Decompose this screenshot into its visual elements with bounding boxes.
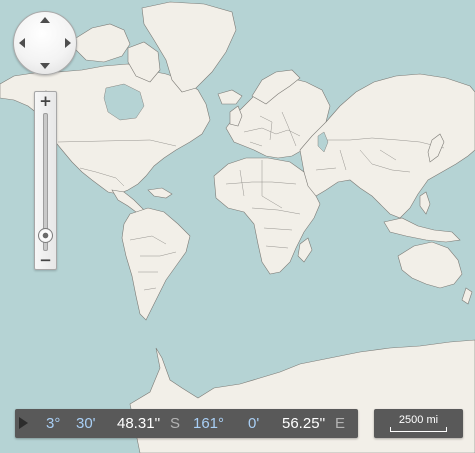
iceland (217, 89, 243, 105)
zoom-control: + − (34, 91, 57, 270)
scale-display: 2500 mi (374, 409, 463, 438)
latitude-degrees: 3° (46, 415, 61, 432)
zoom-out-button[interactable]: − (35, 252, 56, 268)
philippines (419, 191, 431, 215)
latitude-seconds: 48.31'' (117, 415, 161, 432)
expand-arrow-icon[interactable] (19, 417, 28, 429)
madagascar (297, 237, 313, 263)
longitude-seconds: 56.25'' (282, 415, 326, 432)
longitude-hemisphere: E (335, 415, 346, 432)
latitude-hemisphere: S (170, 415, 181, 432)
pan-right-icon[interactable] (65, 38, 71, 48)
scale-label: 2500 mi (398, 414, 439, 426)
pan-up-icon[interactable] (40, 17, 50, 23)
new-zealand (461, 287, 473, 305)
zoom-in-button[interactable]: + (35, 93, 56, 109)
zoom-slider-thumb[interactable] (38, 228, 53, 243)
south-america (121, 207, 191, 321)
longitude-minutes: 0' (248, 415, 260, 432)
coordinate-display: 3° 30' 48.31'' S 161° 0' 56.25'' E (15, 409, 358, 438)
arctic-islands (75, 23, 131, 63)
latitude-minutes: 30' (76, 415, 96, 432)
pan-control[interactable] (13, 11, 77, 75)
caribbean-islands (147, 187, 173, 199)
pan-left-icon[interactable] (19, 38, 25, 48)
australia (397, 241, 463, 289)
map-view[interactable]: + − 3° 30' 48.31'' S 161° 0' 56.25'' E 2… (0, 0, 475, 453)
pan-down-icon[interactable] (40, 63, 50, 69)
indonesia (383, 217, 461, 243)
world-map[interactable] (0, 0, 475, 453)
scale-bar (390, 427, 447, 432)
longitude-degrees: 161° (193, 415, 225, 432)
